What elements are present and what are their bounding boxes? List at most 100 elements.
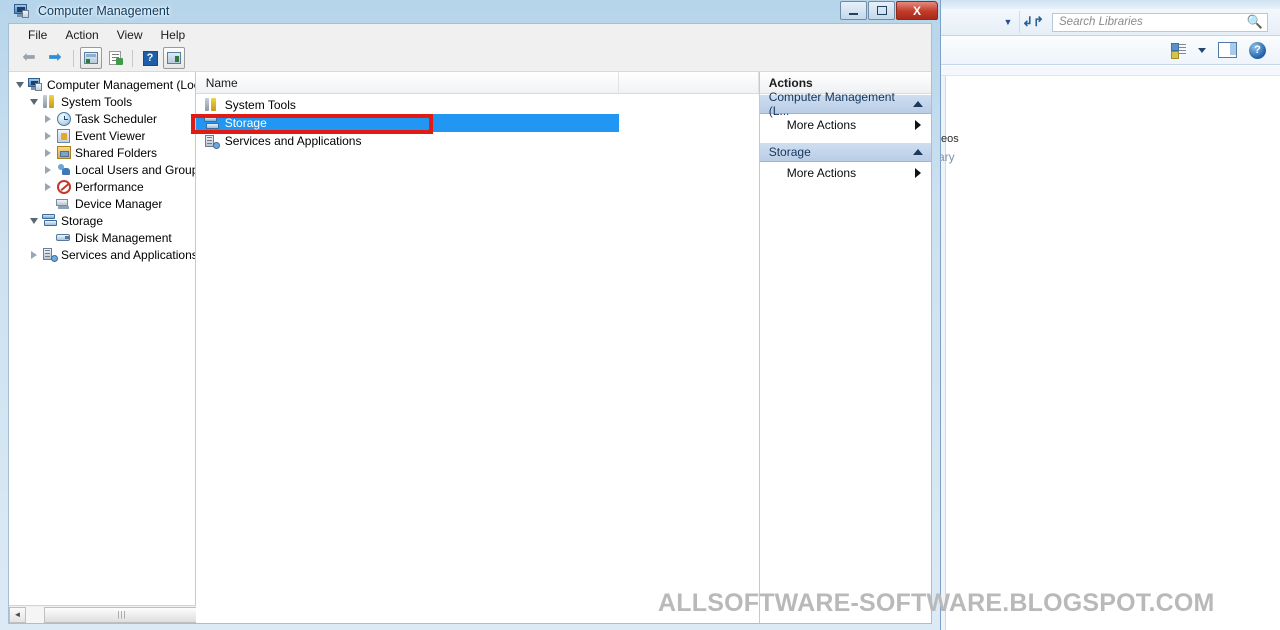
- chevron-up-icon[interactable]: [913, 101, 923, 107]
- tree-item-task-scheduler[interactable]: Task Scheduler: [9, 110, 195, 127]
- storage-icon: [203, 116, 220, 131]
- column-header-name[interactable]: Name: [196, 72, 619, 93]
- chevron-down-icon[interactable]: [1198, 47, 1206, 53]
- list-view-pane: Name System Tools Storage Services and A…: [195, 72, 760, 623]
- device-manager-icon: [55, 196, 72, 212]
- menu-item-file[interactable]: File: [19, 26, 56, 44]
- tree-item-label: Shared Folders: [75, 145, 158, 160]
- tree-horizontal-scrollbar[interactable]: ◄ ||| ►: [9, 605, 203, 623]
- actions-group-label: Computer Management (L...: [768, 90, 895, 118]
- chevron-down-icon[interactable]: ▼: [997, 10, 1019, 34]
- scrollbar-thumb[interactable]: |||: [44, 606, 200, 623]
- action-item-label: More Actions: [786, 118, 857, 132]
- chevron-up-icon[interactable]: [913, 149, 923, 155]
- tree-item-label: Performance: [75, 179, 144, 194]
- preview-pane-icon[interactable]: [1218, 42, 1237, 58]
- event-viewer-icon: [55, 128, 72, 144]
- view-options-icon[interactable]: [1171, 42, 1186, 59]
- tree-item-event-viewer[interactable]: Event Viewer: [9, 127, 195, 144]
- computer-management-icon: [27, 77, 44, 93]
- expander-expanded-icon[interactable]: [13, 76, 27, 93]
- expander-collapsed-icon[interactable]: [41, 144, 55, 161]
- list-view-header: Name: [195, 72, 759, 94]
- list-item-services-and-applications[interactable]: Services and Applications: [196, 132, 759, 150]
- expander-collapsed-icon[interactable]: [41, 127, 55, 144]
- export-list-button[interactable]: [104, 47, 126, 69]
- expander-expanded-icon[interactable]: [27, 212, 41, 229]
- expander-collapsed-icon[interactable]: [41, 161, 55, 178]
- maximize-button[interactable]: [868, 1, 895, 20]
- tree-item-local-users-and-groups[interactable]: Local Users and Groups: [9, 161, 195, 178]
- tree-item-label: Local Users and Groups: [75, 162, 195, 177]
- back-arrow-icon: ⬅: [22, 49, 36, 66]
- expander-expanded-icon[interactable]: [27, 93, 41, 110]
- task-scheduler-icon: [55, 111, 72, 127]
- help-button[interactable]: ?: [139, 47, 161, 69]
- explorer-separator: [935, 66, 1280, 76]
- services-applications-icon: [204, 134, 220, 149]
- list-item-system-tools[interactable]: System Tools: [196, 96, 759, 114]
- scrollbar-track[interactable]: |||: [26, 606, 200, 623]
- tree-item-label: Services and Applications: [61, 247, 195, 262]
- search-input[interactable]: Search Libraries 🔍: [1052, 12, 1268, 32]
- console-tree-icon: [84, 52, 98, 64]
- local-users-icon: [55, 162, 72, 178]
- back-button[interactable]: ⬅: [17, 47, 41, 69]
- menu-item-help[interactable]: Help: [152, 26, 195, 44]
- help-question-icon: ?: [142, 50, 158, 66]
- forward-button[interactable]: ➡: [43, 47, 67, 69]
- submenu-arrow-icon: [915, 120, 921, 130]
- tree-item-computer-management[interactable]: Computer Management (Local: [9, 76, 195, 93]
- forward-arrow-icon: ➡: [48, 49, 62, 66]
- help-icon[interactable]: ?: [1249, 41, 1266, 59]
- explorer-toolbar: ?: [935, 36, 1280, 65]
- menu-item-action[interactable]: Action: [56, 26, 107, 44]
- window-body: Computer Management (Local System Tools …: [9, 72, 931, 623]
- tree-item-shared-folders[interactable]: Shared Folders: [9, 144, 195, 161]
- refresh-icon[interactable]: ↲↱: [1019, 11, 1046, 33]
- export-list-icon: [109, 51, 123, 65]
- tree-item-label: Disk Management: [75, 230, 172, 245]
- expander-collapsed-icon[interactable]: [41, 110, 55, 127]
- tree-item-device-manager[interactable]: Device Manager: [9, 195, 195, 212]
- screen: ▼ ↲↱ Search Libraries 🔍 ? eos ary Comput…: [0, 0, 1280, 630]
- list-item-label: Services and Applications: [224, 134, 362, 148]
- tree-item-label: Storage: [61, 213, 104, 228]
- actions-group-header-computer-management[interactable]: Computer Management (L...: [759, 90, 931, 118]
- action-more-actions-storage[interactable]: More Actions: [760, 162, 931, 184]
- actions-pane: Actions Computer Management (L... More A…: [759, 72, 931, 623]
- expander-none: [41, 195, 55, 212]
- list-view-rows: System Tools Storage Services and Applic…: [195, 94, 759, 150]
- tree-item-storage[interactable]: Storage: [9, 212, 195, 229]
- disk-management-icon: [55, 230, 72, 246]
- tree-item-performance[interactable]: Performance: [9, 178, 195, 195]
- title-bar[interactable]: Computer Management X: [0, 0, 940, 22]
- search-placeholder: Search Libraries: [1059, 16, 1143, 28]
- actions-group-header-storage[interactable]: Storage: [759, 142, 931, 162]
- expander-collapsed-icon[interactable]: [41, 178, 55, 195]
- explorer-partial-text-1: eos: [941, 133, 959, 145]
- list-item-label: Storage: [224, 116, 267, 130]
- tree-item-label: Computer Management (Local: [47, 77, 195, 92]
- show-action-pane-button[interactable]: [163, 47, 185, 69]
- column-header-empty[interactable]: [619, 72, 759, 93]
- toolbar-separator-2: [132, 49, 133, 67]
- tree-item-disk-management[interactable]: Disk Management: [9, 229, 195, 246]
- window-title: Computer Management: [38, 4, 170, 18]
- submenu-arrow-icon: [915, 168, 921, 178]
- show-console-tree-button[interactable]: [80, 47, 102, 69]
- list-item-storage[interactable]: Storage: [195, 114, 619, 132]
- menu-item-view[interactable]: View: [108, 26, 152, 44]
- console-tree: Computer Management (Local System Tools …: [9, 72, 195, 604]
- expander-collapsed-icon[interactable]: [27, 246, 41, 263]
- minimize-button[interactable]: [840, 1, 867, 20]
- close-button[interactable]: X: [896, 1, 938, 20]
- scroll-left-button[interactable]: ◄: [9, 606, 26, 623]
- watermark-text: ALLSOFTWARE-SOFTWARE.BLOGSPOT.COM: [658, 589, 1215, 617]
- actions-group-label: Storage: [768, 145, 811, 159]
- shared-folders-icon: [55, 145, 72, 161]
- tree-item-services-and-applications[interactable]: Services and Applications: [9, 246, 195, 263]
- services-applications-icon: [41, 247, 58, 263]
- tree-item-system-tools[interactable]: System Tools: [9, 93, 195, 110]
- tree-item-label: Event Viewer: [75, 128, 146, 143]
